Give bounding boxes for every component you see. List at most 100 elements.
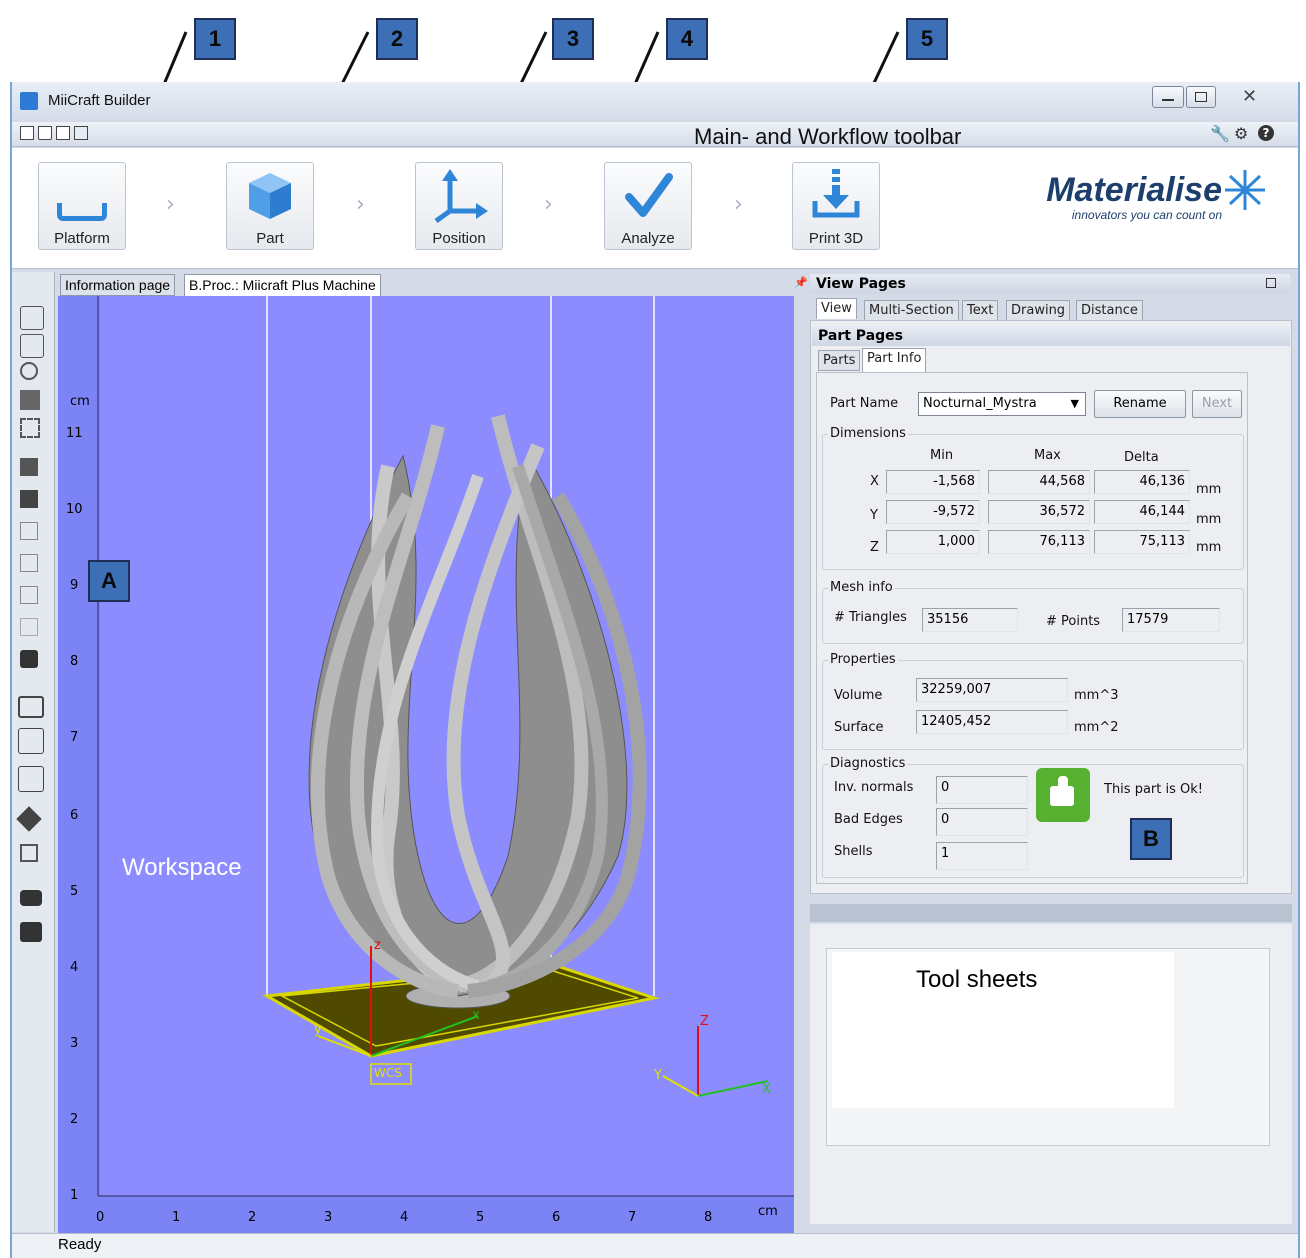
rename-button[interactable]: Rename [1094, 390, 1186, 418]
minimize-button[interactable] [1152, 86, 1184, 108]
print3d-button[interactable]: Print 3D [792, 162, 880, 250]
y-tick-7: 7 [70, 730, 79, 745]
part-pages-title: Part Pages [812, 326, 1290, 346]
surface-unit: mm^2 [1074, 720, 1119, 735]
settings-icon[interactable]: ⚙ [1234, 124, 1248, 143]
volume-unit: mm^3 [1074, 688, 1119, 703]
properties-title: Properties [828, 652, 898, 667]
box-icon[interactable] [20, 844, 38, 862]
dim-axis-x: X [870, 474, 879, 489]
open-folder-icon[interactable] [38, 126, 52, 140]
ruler-unit-horizontal: cm [758, 1204, 778, 1219]
viewport-scene [97, 296, 794, 1197]
y-tick-6: 6 [70, 808, 79, 823]
part-name-select[interactable]: Nocturnal_Mystra ▼ [918, 392, 1086, 416]
view-solid-icon[interactable] [20, 650, 38, 668]
y-tick-4: 4 [70, 960, 79, 975]
ruler-unit-vertical: cm [70, 394, 90, 409]
help-icon[interactable]: ? [1258, 125, 1274, 141]
y-tick-1: 1 [70, 1188, 79, 1203]
maximize-icon [1195, 92, 1207, 102]
x-tick-5: 5 [476, 1210, 485, 1225]
wcs-x-label: x [472, 1008, 480, 1023]
tab-view[interactable]: View [816, 298, 857, 319]
rotate-icon[interactable] [20, 306, 44, 330]
y-tick-5: 5 [70, 884, 79, 899]
callout-2: 2 [376, 18, 418, 60]
tool-sheets-label: Tool sheets [916, 966, 1038, 993]
wrench-icon[interactable]: 🔧 [1210, 124, 1230, 143]
tab-build-processor[interactable]: B.Proc.: Miicraft Plus Machine [184, 274, 381, 296]
part-name-label: Part Name [830, 396, 899, 411]
view-toolbar [12, 272, 55, 1232]
tab-text[interactable]: Text [962, 300, 999, 321]
tab-information-page[interactable]: Information page [60, 274, 176, 296]
tab-distance[interactable]: Distance [1076, 300, 1143, 321]
view-front-icon[interactable] [20, 490, 38, 508]
camera-icon[interactable] [20, 890, 42, 906]
platform-label: Platform [54, 230, 110, 247]
view-bottom-icon[interactable] [20, 618, 38, 636]
points-value: 17579 [1122, 608, 1220, 632]
tab-drawing[interactable]: Drawing [1006, 300, 1071, 321]
workflow-chevron: › [734, 192, 743, 217]
x-tick-0: 0 [96, 1210, 105, 1225]
zoom-extents-icon[interactable] [20, 418, 40, 438]
new-file-icon[interactable] [20, 126, 34, 140]
anchor-icon[interactable] [18, 766, 44, 792]
dim-axis-y: Y [870, 508, 878, 523]
maximize-button[interactable] [1186, 86, 1216, 108]
wcs-z-label: z [374, 938, 381, 953]
close-button[interactable]: ✕ [1222, 86, 1282, 108]
platform-view-icon[interactable] [18, 696, 44, 718]
part-ok-status: This part is Ok! [1104, 782, 1203, 797]
tab-multi-section[interactable]: Multi-Section [864, 300, 959, 321]
part-button[interactable]: Part [226, 162, 314, 250]
view-left-icon[interactable] [20, 522, 38, 540]
axes-icon [434, 169, 488, 223]
status-text: Ready [58, 1236, 102, 1253]
dim-z-max: 76,113 [988, 530, 1090, 554]
callout-4: 4 [666, 18, 708, 60]
surface-label: Surface [834, 720, 884, 735]
workflow-toolbar: Platform › Part › Position › Analyze › P… [12, 148, 1298, 269]
view-right-icon[interactable] [20, 554, 38, 572]
view-top-icon[interactable] [20, 586, 38, 604]
position-button[interactable]: Position [415, 162, 503, 250]
pin-icon[interactable]: 📌 [794, 276, 808, 289]
zoom-icon[interactable] [20, 362, 38, 380]
triangles-label: # Triangles [834, 610, 907, 625]
properties-group [822, 660, 1244, 750]
y-tick-10: 10 [66, 502, 83, 517]
select-pointer-icon[interactable] [74, 126, 88, 140]
dim-y-max: 36,572 [988, 500, 1090, 524]
callout-3: 3 [552, 18, 594, 60]
float-panel-icon[interactable] [1266, 278, 1276, 288]
printer-icon[interactable] [20, 922, 42, 942]
view-iso-icon[interactable] [20, 458, 38, 476]
dimensions-title: Dimensions [828, 426, 908, 441]
pan-icon[interactable] [20, 334, 44, 358]
tab-parts[interactable]: Parts [818, 350, 861, 371]
x-tick-1: 1 [172, 1210, 181, 1225]
next-button[interactable]: Next [1192, 390, 1242, 418]
app-icon [20, 92, 38, 110]
volume-value: 32259,007 [916, 678, 1068, 702]
tab-part-info[interactable]: Part Info [862, 348, 927, 372]
platform-button[interactable]: Platform [38, 162, 126, 250]
tag-icon[interactable] [16, 806, 42, 832]
save-icon[interactable] [56, 126, 70, 140]
x-tick-6: 6 [552, 1210, 561, 1225]
workflow-chevron: › [544, 192, 553, 217]
corner-z-label: Z [700, 1014, 709, 1029]
x-tick-7: 7 [628, 1210, 637, 1225]
part-label: Part [256, 230, 284, 247]
dim-header-min: Min [930, 448, 954, 463]
callout-a: A [88, 560, 130, 602]
diagnostics-title: Diagnostics [828, 756, 908, 771]
zoom-fit-icon[interactable] [20, 390, 40, 410]
analyze-button[interactable]: Analyze [604, 162, 692, 250]
3d-viewport[interactable]: cm 11 10 9 8 7 6 5 4 3 2 1 0 0 1 2 3 4 5… [58, 296, 794, 1234]
xyz-axes-icon[interactable] [18, 728, 44, 754]
minimize-icon [1162, 99, 1174, 101]
